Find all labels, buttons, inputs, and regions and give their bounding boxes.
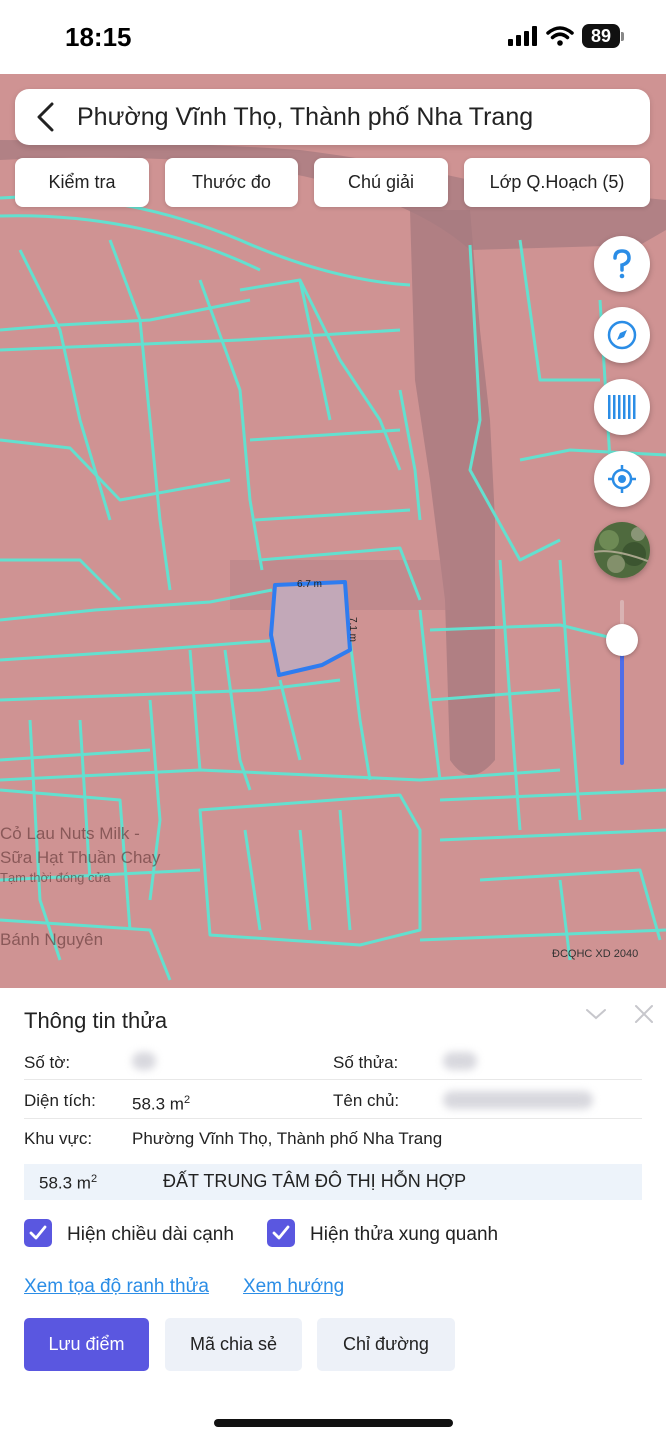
compass-icon bbox=[607, 320, 637, 350]
land-use-area: 58.3 m2 bbox=[39, 1173, 98, 1193]
chip-thuoc-do[interactable]: Thước đo bbox=[165, 158, 298, 207]
view-boundary-coordinates-link[interactable]: Xem tọa độ ranh thửa bbox=[24, 1276, 209, 1298]
satellite-layer-button[interactable] bbox=[594, 522, 650, 578]
chip-chu-giai[interactable]: Chú giải bbox=[314, 158, 448, 207]
battery-indicator: 89 bbox=[582, 24, 620, 48]
status-icons: 89 bbox=[508, 24, 624, 48]
status-time: 18:15 bbox=[65, 22, 132, 52]
help-icon bbox=[613, 249, 631, 279]
satellite-thumbnail bbox=[594, 522, 650, 578]
poi-label: Cỏ Lau Nuts Milk - bbox=[0, 824, 140, 843]
panel-title: Thông tin thửa bbox=[24, 1008, 168, 1033]
land-use-type: ĐẤT TRUNG TÂM ĐÔ THỊ HỖN HỢP bbox=[163, 1171, 467, 1191]
save-point-button[interactable]: Lưu điểm bbox=[24, 1318, 149, 1371]
wifi-icon bbox=[546, 26, 574, 46]
area-unit-superscript: 2 bbox=[183, 1094, 191, 1106]
edge-length-right: 7.1 m bbox=[347, 616, 359, 643]
map-view[interactable]: 6.7 m 7.1 m Cỏ Lau Nuts Milk - Sữa Hạt T… bbox=[0, 74, 666, 988]
battery-cap bbox=[621, 31, 624, 41]
chip-kiem-tra[interactable]: Kiểm tra bbox=[15, 158, 149, 207]
home-indicator[interactable] bbox=[214, 1419, 453, 1427]
divider bbox=[24, 1118, 642, 1119]
region-value: Phường Vĩnh Thọ, Thành phố Nha Trang bbox=[132, 1129, 443, 1148]
directions-button[interactable]: Chỉ đường bbox=[317, 1318, 455, 1371]
signal-icon bbox=[508, 26, 537, 46]
view-direction-link[interactable]: Xem hướng bbox=[243, 1276, 344, 1298]
area-value: 58.3 m2 bbox=[132, 1094, 191, 1114]
locate-icon bbox=[608, 465, 636, 493]
zoom-slider-thumb[interactable] bbox=[606, 624, 638, 656]
barcode-icon bbox=[608, 395, 636, 419]
barcode-button[interactable] bbox=[594, 379, 650, 435]
chip-lop-quy-hoach[interactable]: Lớp Q.Hoạch (5) bbox=[464, 158, 650, 207]
zoom-slider-fill bbox=[620, 640, 624, 765]
search-bar[interactable]: Phường Vĩnh Thọ, Thành phố Nha Trang bbox=[15, 89, 650, 145]
land-use-area-superscript: 2 bbox=[90, 1173, 98, 1185]
help-button[interactable] bbox=[594, 236, 650, 292]
share-code-button[interactable]: Mã chia sẻ bbox=[165, 1318, 302, 1371]
area-label: Diện tích: bbox=[24, 1091, 96, 1110]
land-use-row: 58.3 m2 ĐẤT TRUNG TÂM ĐÔ THỊ HỖN HỢP bbox=[24, 1164, 642, 1200]
poi-label: Tạm thời đóng cửa bbox=[0, 870, 111, 885]
parcel-number-value-redacted bbox=[443, 1052, 477, 1070]
owner-label: Tên chủ: bbox=[333, 1091, 400, 1110]
checkmark-icon bbox=[272, 1225, 290, 1240]
checkbox-show-edge-lengths[interactable] bbox=[24, 1219, 52, 1247]
parcel-number-label: Số thửa: bbox=[333, 1053, 399, 1072]
poi-label: Bánh Nguyên bbox=[0, 930, 104, 949]
checkbox-show-neighbors[interactable] bbox=[267, 1219, 295, 1247]
locate-button[interactable] bbox=[594, 451, 650, 507]
sheet-number-label: Số tờ: bbox=[24, 1053, 71, 1072]
back-icon[interactable] bbox=[21, 89, 71, 145]
close-icon[interactable] bbox=[632, 1002, 656, 1026]
checkmark-icon bbox=[29, 1225, 47, 1240]
compass-button[interactable] bbox=[594, 307, 650, 363]
poi-label: Sữa Hạt Thuần Chay bbox=[0, 848, 161, 867]
edge-length-top: 6.7 m bbox=[297, 579, 323, 590]
map-credit: ĐCQHC XD 2040 bbox=[552, 948, 639, 960]
location-title: Phường Vĩnh Thọ, Thành phố Nha Trang bbox=[77, 102, 534, 131]
checkbox-show-neighbors-label[interactable]: Hiện thửa xung quanh bbox=[310, 1224, 498, 1246]
status-bar: 18:15 89 bbox=[0, 0, 666, 74]
owner-value-redacted bbox=[443, 1091, 593, 1109]
sheet-number-value-redacted bbox=[132, 1052, 156, 1070]
divider bbox=[24, 1079, 642, 1080]
checkbox-show-edge-lengths-label[interactable]: Hiện chiều dài cạnh bbox=[67, 1224, 234, 1246]
chevron-down-icon[interactable] bbox=[584, 1002, 608, 1026]
region-label: Khu vực: bbox=[24, 1129, 93, 1148]
